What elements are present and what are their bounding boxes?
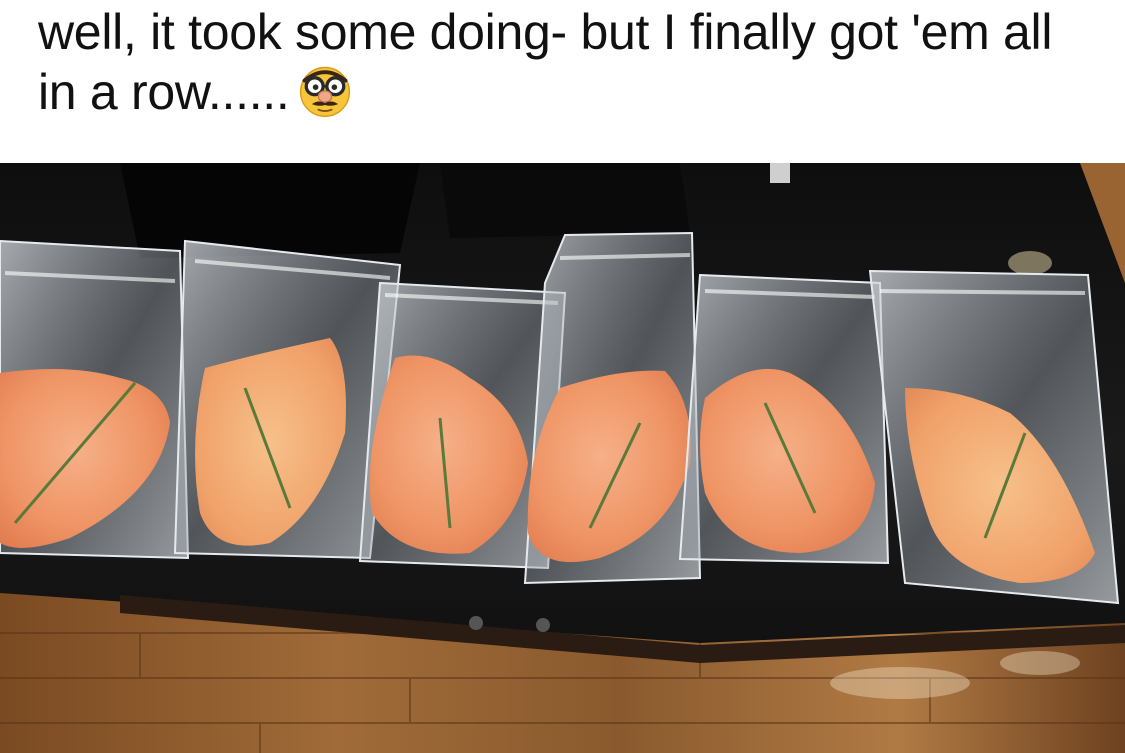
vacuum-bag <box>678 273 890 565</box>
vacuum-sealed-bags-photo <box>0 163 1125 753</box>
disguised-face-emoji-icon <box>295 60 355 120</box>
power-plug <box>770 163 790 183</box>
post-caption: well, it took some doing- but I finally … <box>38 2 1098 126</box>
vacuum-bag <box>0 239 190 560</box>
vacuum-bag <box>523 231 702 585</box>
post-caption-text: well, it took some doing- but I finally … <box>38 4 1053 120</box>
cabinet-knob <box>536 618 550 632</box>
cabinet-knob <box>469 616 483 630</box>
post-photo[interactable] <box>0 163 1125 753</box>
vacuum-bag <box>868 269 1120 605</box>
